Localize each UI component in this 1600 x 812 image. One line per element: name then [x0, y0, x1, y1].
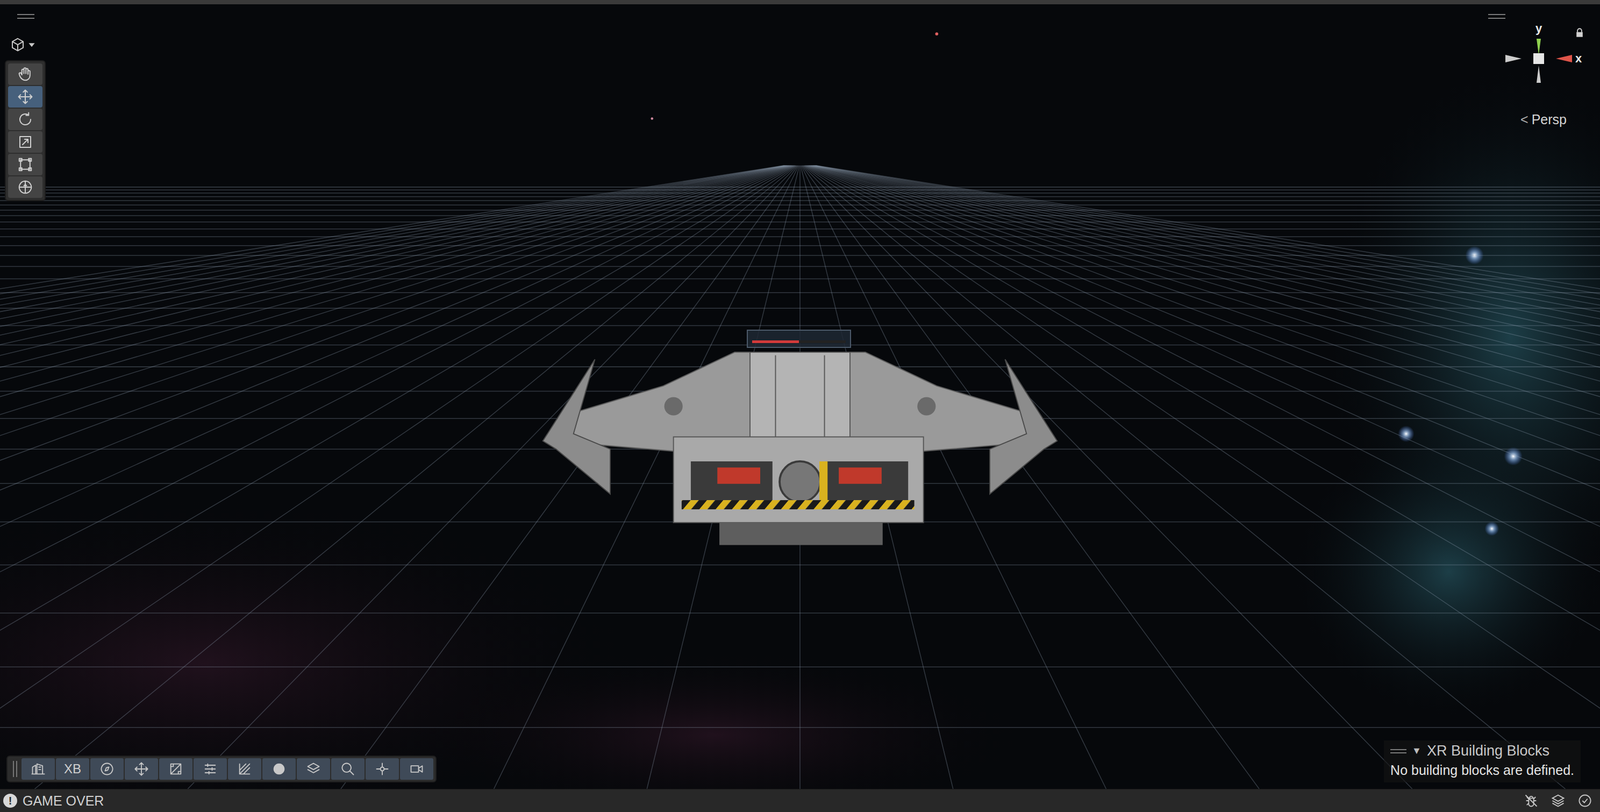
toolbar-button[interactable]: [365, 758, 399, 780]
health-fill: [752, 340, 799, 344]
tool-button[interactable]: [8, 131, 43, 153]
persp-label: Persp: [1531, 111, 1567, 128]
scene-view[interactable]: yx<PerspXB▼XR Building BlocksNo building…: [0, 4, 1600, 789]
check-circle-icon[interactable]: [1577, 793, 1593, 809]
top-bar: [0, 0, 1600, 5]
tool-button[interactable]: [8, 86, 43, 108]
tool-button[interactable]: [8, 108, 43, 131]
scene-toolbar: XB: [6, 755, 437, 783]
rect-icon: [17, 156, 34, 173]
persp-arrow: <: [1520, 111, 1529, 128]
move-icon: [17, 88, 34, 105]
bug-icon[interactable]: [1523, 793, 1539, 809]
health-track: [752, 340, 846, 344]
toolbar-button[interactable]: [262, 758, 296, 780]
toolbar-button[interactable]: XB: [55, 758, 90, 780]
snap-icon: [168, 761, 184, 777]
overlay-grip[interactable]: [1390, 748, 1407, 754]
scene-render: [0, 4, 1600, 789]
toolbar-button[interactable]: [227, 758, 262, 780]
toolbar-button-label: XB: [63, 761, 82, 777]
toolbar-button[interactable]: [193, 758, 227, 780]
overlay-drag-handle[interactable]: [17, 13, 35, 19]
orientation-gizmo[interactable]: yx: [1497, 20, 1595, 102]
search-icon: [340, 761, 356, 777]
lock-icon[interactable]: [1575, 27, 1584, 38]
status-warning-icon: !: [3, 793, 18, 808]
rotate-icon: [17, 111, 34, 128]
xr-building-blocks-overlay: ▼ XR Building Blocks No building blocks ar…: [1383, 740, 1581, 783]
unity-editor: yx<PerspXB▼XR Building BlocksNo building…: [0, 0, 1600, 812]
tool-button[interactable]: [8, 176, 43, 198]
toolbar-grip[interactable]: [9, 760, 21, 777]
cube-icon: [9, 36, 26, 53]
camera-icon: [409, 761, 425, 777]
toolbar-button[interactable]: [21, 758, 55, 780]
overlay-drag-handle[interactable]: [1488, 13, 1506, 19]
ship-health-panel: [746, 329, 852, 348]
status-bar: ! GAME OVER: [0, 788, 1600, 812]
overlay-title: XR Building Blocks: [1426, 742, 1550, 760]
spaceship[interactable]: [543, 352, 1058, 546]
status-message[interactable]: GAME OVER: [22, 793, 104, 809]
projection-toggle[interactable]: <Persp: [1518, 110, 1569, 129]
buildings-icon: [30, 761, 46, 777]
tool-palette: [4, 60, 46, 202]
toolbar-button[interactable]: [296, 758, 331, 780]
toolbar-button[interactable]: [90, 758, 124, 780]
scale-icon: [17, 133, 34, 150]
x-axis-label: x: [1575, 52, 1582, 65]
sliders-icon: [202, 761, 218, 777]
grid-icon: [237, 761, 253, 777]
transform-icon: [17, 179, 34, 196]
move-icon: [133, 761, 149, 777]
nodes-icon: [374, 761, 390, 777]
sphere-icon: [271, 761, 287, 777]
toolbar-button[interactable]: [159, 758, 193, 780]
layers-icon: [305, 761, 321, 777]
compass-icon: [99, 761, 115, 777]
draw-mode-dropdown[interactable]: [6, 34, 39, 55]
layers-icon[interactable]: [1550, 793, 1566, 809]
toolbar-button[interactable]: [124, 758, 159, 780]
y-axis-label: y: [1535, 22, 1542, 35]
status-icons: [1523, 793, 1593, 809]
tool-button[interactable]: [8, 153, 43, 176]
overlay-header[interactable]: ▼ XR Building Blocks: [1390, 742, 1575, 760]
caret-down-icon: [27, 40, 36, 49]
toolbar-button[interactable]: [331, 758, 365, 780]
hand-icon: [17, 66, 34, 83]
overlay-toggle[interactable]: ▼: [1411, 745, 1422, 757]
tool-button[interactable]: [8, 63, 43, 85]
overlay-message: No building blocks are defined.: [1390, 762, 1575, 778]
toolbar-button[interactable]: [400, 758, 434, 780]
